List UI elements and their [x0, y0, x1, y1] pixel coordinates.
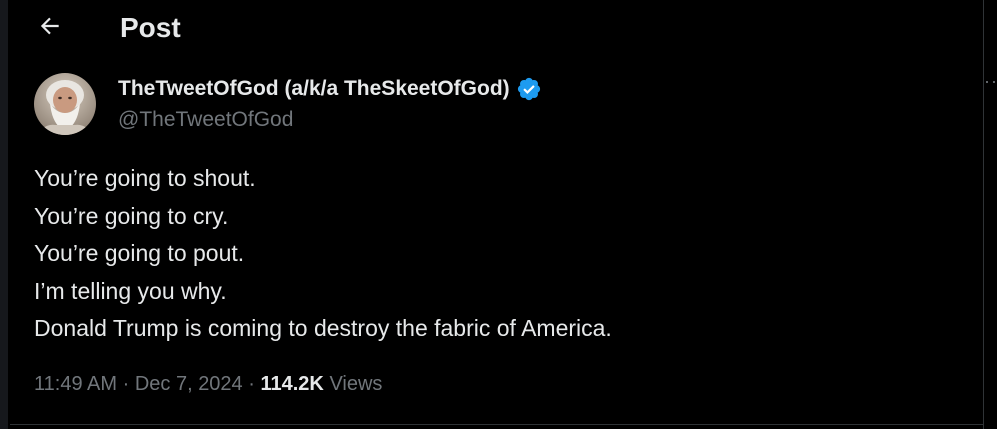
author-display-name[interactable]: TheTweetOfGod (a/k/a TheSkeetOfGod): [118, 75, 510, 103]
post-text: You’re going to shout. You’re going to c…: [34, 160, 964, 348]
post-detail-column: Post TheTweetOfGod (a/k/a TheSkeetOfGod)…: [10, 0, 983, 429]
avatar-image: [34, 73, 96, 135]
post-text-line: You’re going to shout.: [34, 165, 256, 191]
post-date[interactable]: Dec 7, 2024: [135, 373, 243, 395]
views-label: Views: [329, 373, 383, 395]
page-title: Post: [120, 12, 181, 43]
arrow-left-icon: [40, 17, 59, 35]
views-count: 114.2K: [260, 373, 324, 395]
post-text-line: You’re going to cry.: [34, 202, 229, 229]
window-left-edge: [0, 0, 8, 429]
post-text-line: You’re going to pout.: [34, 240, 245, 267]
meta-separator: ·: [248, 373, 255, 395]
verified-badge-icon[interactable]: [516, 76, 542, 102]
post-metadata: 11:49 AM · Dec 7, 2024 · 114.2K Views: [34, 370, 382, 398]
divider: [10, 424, 983, 425]
avatar[interactable]: [34, 73, 96, 135]
author-name-row: TheTweetOfGod (a/k/a TheSkeetOfGod): [118, 74, 542, 104]
post-text-line: I’m telling you why.: [34, 277, 227, 304]
post-header: Post: [10, 0, 983, 56]
meta-separator: ·: [122, 373, 130, 395]
author-handle[interactable]: @TheTweetOfGod: [118, 106, 293, 134]
back-button[interactable]: [32, 8, 68, 44]
post-time[interactable]: 11:49 AM: [34, 373, 117, 395]
right-panel-edge: ··: [984, 0, 997, 429]
post-text-line: Donald Trump is coming to destroy the fa…: [34, 315, 612, 342]
more-options-icon[interactable]: ··: [984, 72, 997, 90]
